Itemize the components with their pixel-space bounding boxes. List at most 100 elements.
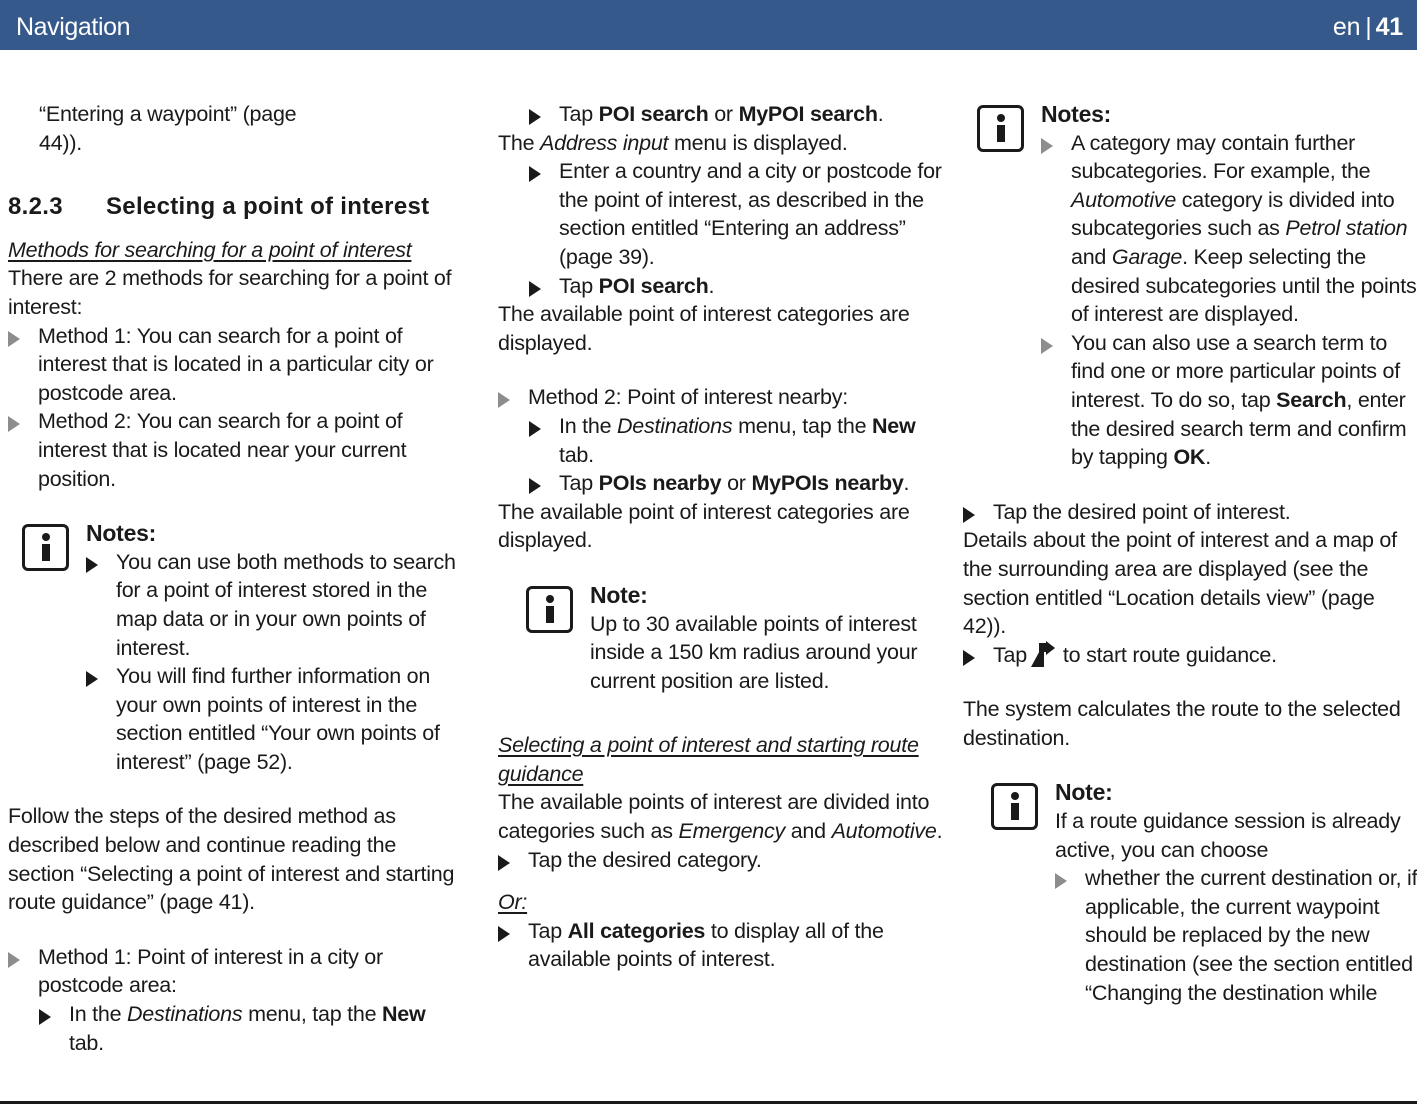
notes-bullet-subcategories-text: A category may contain further subcatego… xyxy=(1071,129,1417,329)
note-box-active-guidance: Note: If a route guidance session is alr… xyxy=(977,778,1417,1007)
column-right: Notes: A category may contain further su… xyxy=(963,100,1417,1007)
notes-bullet-2-text: You will find further information on you… xyxy=(116,664,440,774)
info-icon xyxy=(991,783,1038,831)
info-icon-dot xyxy=(545,594,554,603)
bullet-arrow-icon xyxy=(963,506,975,523)
bullet-tap-poi-search-2: Tap POI search. xyxy=(529,272,953,301)
notes-box-title: Notes: xyxy=(86,520,157,547)
intro-paragraph: There are 2 methods for searching for a … xyxy=(8,266,452,319)
text-fragment: In the xyxy=(559,413,618,438)
route-guidance-arrow-icon xyxy=(1029,640,1055,667)
ui-label-all-categories: All categories xyxy=(567,918,706,943)
details-about-poi-paragraph: Details about the point of interest and … xyxy=(963,528,1397,639)
text-fragment: . xyxy=(1205,445,1211,470)
bullet-tap-desired-poi-text: Tap the desired point of interest. xyxy=(993,499,1291,524)
text-fragment: menu, tap the xyxy=(242,1002,383,1027)
sub-heading-methods: Methods for searching for a point of int… xyxy=(8,237,412,262)
bullet-arrow-icon xyxy=(498,392,510,409)
page-bottom-rule xyxy=(0,1101,1417,1104)
info-icon xyxy=(977,105,1024,152)
ui-label-ok: OK xyxy=(1173,445,1206,470)
text-fragment: A category may contain further subcatego… xyxy=(1071,130,1371,184)
text-fragment: . xyxy=(708,273,715,298)
bullet-in-destinations-menu: In the Destinations menu, tap the New ta… xyxy=(529,412,953,469)
notes-box-subcategories: Notes: A category may contain further su… xyxy=(963,100,1417,472)
follow-steps-paragraph: Follow the steps of the desired method a… xyxy=(8,804,455,915)
info-icon-dot xyxy=(1010,792,1019,801)
bullet-in-destinations-menu-text: In the Destinations menu, tap the New ta… xyxy=(69,1000,463,1057)
section-number: 8.2.3 xyxy=(8,193,63,221)
continued-reference-line-2: 44)). xyxy=(39,130,82,155)
info-icon-stem xyxy=(1010,803,1019,821)
bullet-tap-poi-search-2-text: Tap POI search. xyxy=(559,272,953,301)
menu-name-destinations: Destinations xyxy=(127,1002,243,1027)
ui-label-pois-nearby: POIs nearby xyxy=(598,471,722,496)
text-fragment: Tap xyxy=(559,471,599,496)
bullet-tap-poi-search-text: Tap POI search or MyPOI search. xyxy=(559,100,953,129)
text-fragment: menu is displayed. xyxy=(668,130,848,155)
bullet-arrow-icon xyxy=(39,1009,51,1026)
sub-heading-selecting-poi: Selecting a point of interest and starti… xyxy=(498,733,919,786)
categories-displayed-paragraph-2: The available point of interest categori… xyxy=(498,499,910,553)
bullet-enter-country-text: Enter a country and a city or postcode f… xyxy=(559,159,942,269)
bullet-tap-desired-category: Tap the desired category. xyxy=(498,846,953,875)
bullet-tap-desired-poi: Tap the desired point of interest. xyxy=(963,498,1417,527)
bullet-arrow-icon xyxy=(498,854,510,871)
bullet-arrow-icon xyxy=(8,416,20,433)
bullet-arrow-icon xyxy=(963,649,975,666)
menu-name-destinations: Destinations xyxy=(617,413,733,438)
bullet-method-1-text: Method 1: You can search for a point of … xyxy=(38,323,434,405)
bullet-arrow-icon xyxy=(529,478,541,495)
notes-bullet-1: You can use both methods to search for a… xyxy=(86,548,463,662)
ui-label-poi-search: POI search xyxy=(598,102,709,126)
text-fragment: . xyxy=(903,471,910,496)
or-label: Or: xyxy=(498,890,528,915)
category-name-automotive: Automotive xyxy=(1071,187,1177,212)
text-fragment: Tap xyxy=(993,642,1027,667)
address-input-displayed-paragraph: The Address input menu is displayed. xyxy=(498,129,953,158)
info-icon-stem xyxy=(996,125,1005,142)
note-box-body: Up to 30 available points of interest in… xyxy=(590,611,918,693)
bullet-tap-pois-nearby-text: Tap POIs nearby or MyPOIs nearby. xyxy=(559,469,953,498)
note-bullet-replace-destination-text: whether the current destination or, if a… xyxy=(1085,866,1417,1005)
category-name-petrol-station: Petrol station xyxy=(1285,216,1408,241)
text-fragment: or xyxy=(708,102,739,126)
note-box-poi-limit: Note: Up to 30 available points of inter… xyxy=(512,581,953,695)
system-calculates-paragraph: The system calculates the route to the s… xyxy=(963,697,1401,750)
ui-label-new-tab: New xyxy=(382,1002,426,1027)
bullet-arrow-icon xyxy=(1041,337,1053,354)
ui-label-mypoi-search: MyPOI search xyxy=(738,102,878,126)
bullet-method-1-step-text: Method 1: Point of interest in a city or… xyxy=(38,944,383,998)
header-page-number: 41 xyxy=(1375,13,1404,41)
text-fragment: tab. xyxy=(559,442,594,467)
bullet-arrow-icon xyxy=(529,166,541,183)
bullet-tap-route-guidance: Tap to start route guidance. xyxy=(963,640,1417,670)
menu-name-address-input: Address input xyxy=(540,130,669,155)
category-name-garage: Garage xyxy=(1111,244,1183,269)
route-icon-head xyxy=(1045,640,1055,655)
page-content: “Entering a waypoint” (page 44)). 8.2.3 S… xyxy=(0,100,1417,1060)
info-icon-dot xyxy=(996,114,1005,122)
ui-label-new-tab: New xyxy=(872,413,916,438)
bullet-method-1-step: Method 1: Point of interest in a city or… xyxy=(8,943,463,1000)
section-title: Selecting a point of interest xyxy=(106,193,430,221)
continued-reference-block: “Entering a waypoint” (page 44)). xyxy=(39,100,463,157)
notes-bullet-2: You will find further information on you… xyxy=(86,662,463,776)
bullet-tap-pois-nearby: Tap POIs nearby or MyPOIs nearby. xyxy=(529,469,953,498)
text-fragment: and xyxy=(785,819,832,844)
bullet-arrow-icon xyxy=(86,671,98,688)
text-fragment: Tap xyxy=(528,918,568,943)
text-fragment: Tap xyxy=(559,273,599,298)
bullet-tap-desired-category-text: Tap the desired category. xyxy=(528,847,762,872)
bullet-arrow-icon xyxy=(529,420,541,437)
notes-bullet-subcategories: A category may contain further subcatego… xyxy=(1041,129,1417,329)
bullet-tap-route-guidance-text: Tap to start route guidance. xyxy=(993,640,1417,670)
page-header-title: Navigation xyxy=(16,13,131,41)
